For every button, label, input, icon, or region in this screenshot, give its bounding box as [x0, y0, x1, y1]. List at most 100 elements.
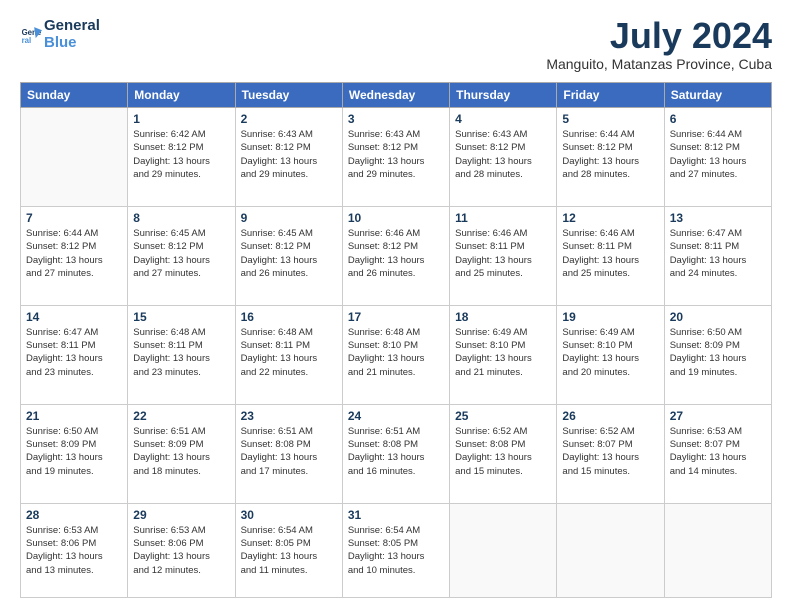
calendar-week-row: 28 Sunrise: 6:53 AM Sunset: 8:06 PM Dayli…: [21, 503, 772, 597]
calendar-day-cell: 12 Sunrise: 6:46 AM Sunset: 8:11 PM Dayli…: [557, 206, 664, 305]
day-number: 30: [241, 508, 337, 522]
day-number: 18: [455, 310, 551, 324]
day-number: 8: [133, 211, 229, 225]
calendar-day-cell: 14Sunrise: 6:47 AM Sunset: 8:11 PM Dayli…: [21, 305, 128, 404]
calendar-week-row: 7 Sunrise: 6:44 AM Sunset: 8:12 PM Daylig…: [21, 206, 772, 305]
day-number: 2: [241, 112, 337, 126]
day-info: Sunrise: 6:47 AM Sunset: 8:11 PM Dayligh…: [670, 227, 766, 280]
day-number: 3: [348, 112, 444, 126]
day-number: 23: [241, 409, 337, 423]
calendar-day-cell: 19 Sunrise: 6:49 AM Sunset: 8:10 PM Dayli…: [557, 305, 664, 404]
day-info: Sunrise: 6:52 AM Sunset: 8:07 PM Dayligh…: [562, 425, 658, 478]
day-info: Sunrise: 6:53 AM Sunset: 8:07 PM Dayligh…: [670, 425, 766, 478]
day-number: 19: [562, 310, 658, 324]
calendar-day-cell: 6 Sunrise: 6:44 AM Sunset: 8:12 PM Daylig…: [664, 108, 771, 207]
weekday-header: Thursday: [450, 83, 557, 108]
weekday-header: Friday: [557, 83, 664, 108]
weekday-header: Monday: [128, 83, 235, 108]
weekday-header: Tuesday: [235, 83, 342, 108]
day-info: Sunrise: 6:45 AM Sunset: 8:12 PM Dayligh…: [241, 227, 337, 280]
day-info: Sunrise: 6:54 AM Sunset: 8:05 PM Dayligh…: [241, 524, 337, 577]
day-number: 1: [133, 112, 229, 126]
calendar-day-cell: 23 Sunrise: 6:51 AM Sunset: 8:08 PM Dayli…: [235, 404, 342, 503]
calendar: SundayMondayTuesdayWednesdayThursdayFrid…: [20, 82, 772, 598]
day-info: Sunrise: 6:44 AM Sunset: 8:12 PM Dayligh…: [670, 128, 766, 181]
day-info: Sunrise: 6:54 AM Sunset: 8:05 PM Dayligh…: [348, 524, 444, 577]
day-number: 9: [241, 211, 337, 225]
calendar-day-cell: 3 Sunrise: 6:43 AM Sunset: 8:12 PM Daylig…: [342, 108, 449, 207]
day-info: Sunrise: 6:49 AM Sunset: 8:10 PM Dayligh…: [562, 326, 658, 379]
day-number: 26: [562, 409, 658, 423]
month-title: July 2024: [546, 18, 772, 54]
calendar-day-cell: 5Sunrise: 6:44 AM Sunset: 8:12 PM Daylig…: [557, 108, 664, 207]
calendar-day-cell: 25Sunrise: 6:52 AM Sunset: 8:08 PM Dayli…: [450, 404, 557, 503]
calendar-day-cell: 29Sunrise: 6:53 AM Sunset: 8:06 PM Dayli…: [128, 503, 235, 597]
header: Gene ral General Blue July 2024 Manguito…: [20, 18, 772, 72]
day-info: Sunrise: 6:50 AM Sunset: 8:09 PM Dayligh…: [26, 425, 122, 478]
header-right: July 2024 Manguito, Matanzas Province, C…: [546, 18, 772, 72]
calendar-day-cell: 30 Sunrise: 6:54 AM Sunset: 8:05 PM Dayli…: [235, 503, 342, 597]
day-number: 6: [670, 112, 766, 126]
day-number: 4: [455, 112, 551, 126]
day-number: 28: [26, 508, 122, 522]
day-info: Sunrise: 6:46 AM Sunset: 8:11 PM Dayligh…: [455, 227, 551, 280]
day-number: 12: [562, 211, 658, 225]
day-info: Sunrise: 6:49 AM Sunset: 8:10 PM Dayligh…: [455, 326, 551, 379]
calendar-day-cell: 21 Sunrise: 6:50 AM Sunset: 8:09 PM Dayli…: [21, 404, 128, 503]
logo: Gene ral General Blue: [20, 18, 100, 51]
day-info: Sunrise: 6:48 AM Sunset: 8:10 PM Dayligh…: [348, 326, 444, 379]
calendar-week-row: 21 Sunrise: 6:50 AM Sunset: 8:09 PM Dayli…: [21, 404, 772, 503]
day-info: Sunrise: 6:48 AM Sunset: 8:11 PM Dayligh…: [133, 326, 229, 379]
calendar-day-cell: 20Sunrise: 6:50 AM Sunset: 8:09 PM Dayli…: [664, 305, 771, 404]
calendar-day-cell: 22 Sunrise: 6:51 AM Sunset: 8:09 PM Dayli…: [128, 404, 235, 503]
day-number: 25: [455, 409, 551, 423]
calendar-week-row: 1 Sunrise: 6:42 AM Sunset: 8:12 PM Daylig…: [21, 108, 772, 207]
day-number: 17: [348, 310, 444, 324]
calendar-day-cell: 10 Sunrise: 6:46 AM Sunset: 8:12 PM Dayli…: [342, 206, 449, 305]
weekday-header: Saturday: [664, 83, 771, 108]
calendar-day-cell: 26 Sunrise: 6:52 AM Sunset: 8:07 PM Dayli…: [557, 404, 664, 503]
calendar-day-cell: 28 Sunrise: 6:53 AM Sunset: 8:06 PM Dayli…: [21, 503, 128, 597]
day-number: 22: [133, 409, 229, 423]
day-info: Sunrise: 6:46 AM Sunset: 8:11 PM Dayligh…: [562, 227, 658, 280]
calendar-day-cell: 16 Sunrise: 6:48 AM Sunset: 8:11 PM Dayli…: [235, 305, 342, 404]
day-number: 7: [26, 211, 122, 225]
day-info: Sunrise: 6:46 AM Sunset: 8:12 PM Dayligh…: [348, 227, 444, 280]
location-title: Manguito, Matanzas Province, Cuba: [546, 56, 772, 72]
day-info: Sunrise: 6:44 AM Sunset: 8:12 PM Dayligh…: [26, 227, 122, 280]
calendar-day-cell: 1 Sunrise: 6:42 AM Sunset: 8:12 PM Daylig…: [128, 108, 235, 207]
calendar-day-cell: 4 Sunrise: 6:43 AM Sunset: 8:12 PM Daylig…: [450, 108, 557, 207]
day-number: 29: [133, 508, 229, 522]
day-info: Sunrise: 6:45 AM Sunset: 8:12 PM Dayligh…: [133, 227, 229, 280]
day-info: Sunrise: 6:43 AM Sunset: 8:12 PM Dayligh…: [348, 128, 444, 181]
day-number: 24: [348, 409, 444, 423]
day-number: 11: [455, 211, 551, 225]
day-number: 10: [348, 211, 444, 225]
calendar-week-row: 14Sunrise: 6:47 AM Sunset: 8:11 PM Dayli…: [21, 305, 772, 404]
calendar-header-row: SundayMondayTuesdayWednesdayThursdayFrid…: [21, 83, 772, 108]
day-info: Sunrise: 6:42 AM Sunset: 8:12 PM Dayligh…: [133, 128, 229, 181]
calendar-day-cell: 17 Sunrise: 6:48 AM Sunset: 8:10 PM Dayli…: [342, 305, 449, 404]
calendar-day-cell: [450, 503, 557, 597]
day-info: Sunrise: 6:51 AM Sunset: 8:08 PM Dayligh…: [348, 425, 444, 478]
day-info: Sunrise: 6:48 AM Sunset: 8:11 PM Dayligh…: [241, 326, 337, 379]
weekday-header: Wednesday: [342, 83, 449, 108]
day-info: Sunrise: 6:43 AM Sunset: 8:12 PM Dayligh…: [455, 128, 551, 181]
day-info: Sunrise: 6:44 AM Sunset: 8:12 PM Dayligh…: [562, 128, 658, 181]
day-info: Sunrise: 6:50 AM Sunset: 8:09 PM Dayligh…: [670, 326, 766, 379]
day-info: Sunrise: 6:51 AM Sunset: 8:09 PM Dayligh…: [133, 425, 229, 478]
weekday-header: Sunday: [21, 83, 128, 108]
logo-text: General Blue: [44, 18, 100, 51]
day-info: Sunrise: 6:51 AM Sunset: 8:08 PM Dayligh…: [241, 425, 337, 478]
day-info: Sunrise: 6:43 AM Sunset: 8:12 PM Dayligh…: [241, 128, 337, 181]
day-number: 13: [670, 211, 766, 225]
day-number: 21: [26, 409, 122, 423]
svg-text:ral: ral: [22, 35, 32, 44]
day-info: Sunrise: 6:53 AM Sunset: 8:06 PM Dayligh…: [26, 524, 122, 577]
calendar-day-cell: [557, 503, 664, 597]
day-number: 27: [670, 409, 766, 423]
day-number: 16: [241, 310, 337, 324]
day-info: Sunrise: 6:47 AM Sunset: 8:11 PM Dayligh…: [26, 326, 122, 379]
logo-icon: Gene ral: [20, 24, 42, 46]
calendar-day-cell: 2 Sunrise: 6:43 AM Sunset: 8:12 PM Daylig…: [235, 108, 342, 207]
